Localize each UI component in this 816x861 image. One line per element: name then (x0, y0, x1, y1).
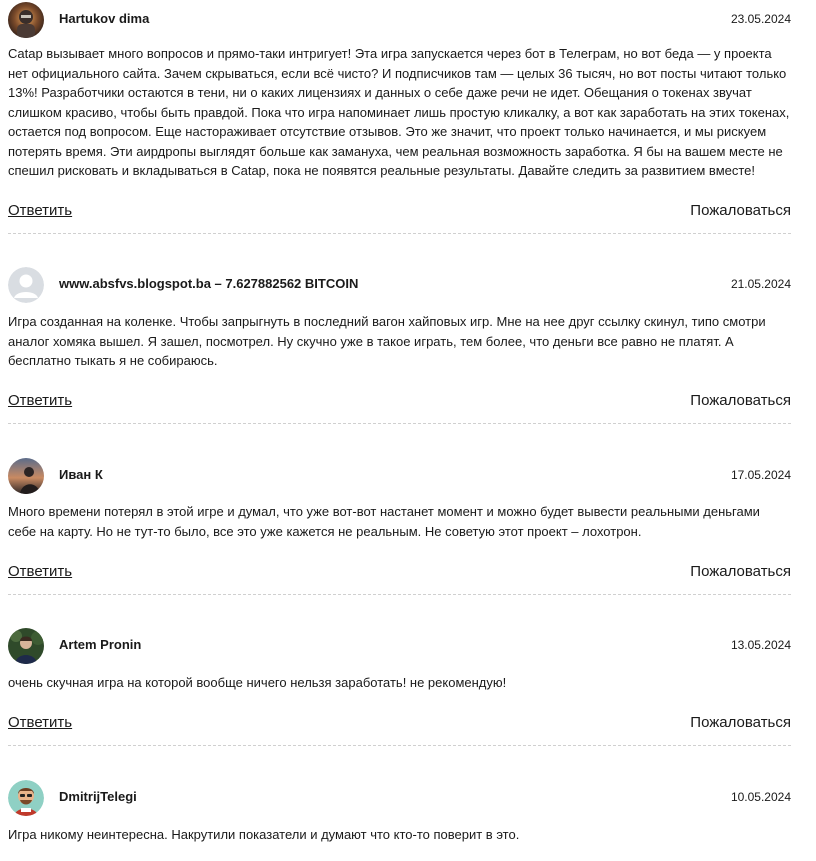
comment-date: 21.05.2024 (730, 277, 791, 291)
comment-actions: Ответить Пожаловаться (8, 392, 791, 412)
comment-item: www.absfvs.blogspot.ba – 7.627882562 BIT… (8, 267, 791, 424)
avatar (8, 628, 44, 664)
comment-text: Игра созданная на коленке. Чтобы запрыгн… (8, 314, 766, 368)
comment-author: Artem Pronin (59, 637, 142, 652)
user-photo-icon (8, 2, 44, 38)
comment-text: Игра никому неинтересна. Накрутили показ… (8, 827, 520, 842)
comment-item: Artem Pronin 13.05.2024 очень скучная иг… (8, 628, 791, 746)
comment-item: Иван К 17.05.2024 Много времени потерял … (8, 458, 791, 595)
user-photo-icon (8, 458, 44, 494)
default-user-icon (8, 267, 44, 303)
comment-author: Hartukov dima (59, 11, 150, 26)
report-link[interactable]: Пожаловаться (690, 202, 791, 219)
comment-item: DmitrijTelegi 10.05.2024 Игра никому неи… (8, 780, 791, 842)
report-link[interactable]: Пожаловаться (690, 563, 791, 580)
reply-link[interactable]: Ответить (8, 563, 72, 580)
comment-header: Hartukov dima 23.05.2024 (8, 2, 791, 40)
report-link[interactable]: Пожаловаться (690, 714, 791, 731)
comment-header: Artem Pronin 13.05.2024 (8, 628, 791, 666)
report-link[interactable]: Пожаловаться (690, 392, 791, 409)
user-photo-icon (8, 628, 44, 664)
comment-divider (8, 594, 791, 595)
avatar (8, 780, 44, 816)
comment-text: Много времени потерял в этой игре и дума… (8, 504, 760, 539)
comment-divider (8, 423, 791, 424)
comment-author: DmitrijTelegi (59, 789, 137, 804)
comment-divider (8, 745, 791, 746)
comment-text: Catap вызывает много вопросов и прямо-та… (8, 46, 790, 178)
comment-author: Иван К (59, 467, 103, 482)
reply-link[interactable]: Ответить (8, 392, 72, 409)
comment-text: очень скучная игра на которой вообще нич… (8, 675, 507, 690)
comment-header: Иван К 17.05.2024 (8, 458, 791, 496)
cartoon-avatar-icon (8, 780, 44, 816)
comment-author: www.absfvs.blogspot.ba – 7.627882562 BIT… (59, 276, 359, 291)
comment-date: 13.05.2024 (730, 638, 791, 652)
comment-divider (8, 233, 791, 234)
comment-actions: Ответить Пожаловаться (8, 714, 791, 734)
comment-date: 10.05.2024 (730, 790, 791, 804)
avatar (8, 458, 44, 494)
comment-actions: Ответить Пожаловаться (8, 202, 791, 222)
comments-list: Hartukov dima 23.05.2024 Catap вызывает … (0, 0, 816, 861)
comment-item: Hartukov dima 23.05.2024 Catap вызывает … (8, 2, 791, 234)
comment-date: 23.05.2024 (730, 12, 791, 26)
comment-header: www.absfvs.blogspot.ba – 7.627882562 BIT… (8, 267, 791, 305)
avatar (8, 267, 44, 303)
avatar (8, 2, 44, 38)
reply-link[interactable]: Ответить (8, 714, 72, 731)
comment-actions: Ответить Пожаловаться (8, 563, 791, 583)
comment-date: 17.05.2024 (730, 468, 791, 482)
reply-link[interactable]: Ответить (8, 202, 72, 219)
comment-header: DmitrijTelegi 10.05.2024 (8, 780, 791, 818)
